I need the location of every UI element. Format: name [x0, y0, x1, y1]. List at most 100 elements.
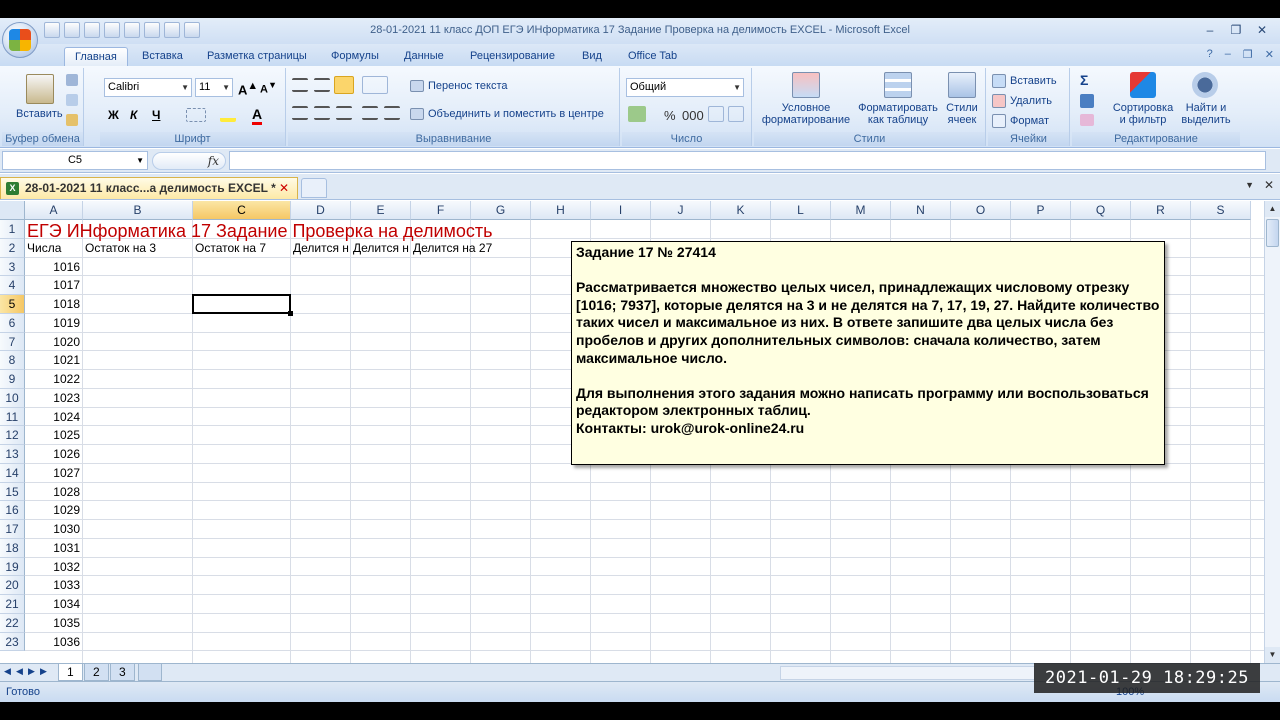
format-painter-icon[interactable] [66, 114, 78, 126]
column-header[interactable]: L [771, 201, 831, 220]
row-header[interactable]: 4 [0, 276, 25, 295]
chevron-down-icon[interactable]: ▼ [1245, 180, 1254, 190]
number-cell[interactable]: 1030 [25, 522, 83, 536]
close-icon[interactable]: ✕ [1264, 178, 1274, 192]
row-header[interactable]: 6 [0, 313, 25, 333]
number-cell[interactable]: 1017 [25, 278, 83, 292]
column-header[interactable]: H [531, 201, 591, 220]
tab-data[interactable]: Данные [404, 47, 444, 66]
clear-icon[interactable] [1080, 114, 1094, 126]
scroll-down-icon[interactable]: ▼ [1265, 647, 1280, 663]
column-header[interactable]: R [1131, 201, 1191, 220]
row-header[interactable]: 22 [0, 613, 25, 633]
paste-button[interactable]: Вставить [16, 108, 63, 120]
select-all-corner[interactable] [0, 201, 25, 220]
row-header[interactable]: 20 [0, 576, 25, 595]
column-header[interactable]: A [25, 201, 83, 220]
number-cell[interactable]: 1031 [25, 541, 83, 555]
column-header[interactable]: M [831, 201, 891, 220]
autosum-icon[interactable]: Σ [1080, 72, 1088, 88]
row-header[interactable]: 16 [0, 501, 25, 520]
column-label-cell[interactable]: Делится на 27 [413, 241, 533, 255]
restore-icon[interactable]: ❐ [1224, 21, 1248, 39]
increase-decimal-icon[interactable] [708, 106, 724, 122]
column-header[interactable]: I [591, 201, 651, 220]
number-cell[interactable]: 1036 [25, 635, 83, 649]
number-cell[interactable]: 1033 [25, 578, 83, 592]
tab-formulas[interactable]: Формулы [331, 47, 379, 66]
bold-button[interactable]: Ж [108, 108, 119, 122]
underline-button[interactable]: Ч [152, 108, 160, 122]
row-header[interactable]: 21 [0, 595, 25, 614]
column-header[interactable]: D [291, 201, 351, 220]
function-wizard[interactable]: fx [152, 152, 226, 170]
row-header[interactable]: 2 [0, 238, 25, 258]
number-cell[interactable]: 1029 [25, 503, 83, 517]
align-right-icon[interactable] [336, 106, 352, 120]
wrap-text-button[interactable]: Перенос текста [428, 80, 508, 92]
font-color-icon[interactable]: A [252, 106, 263, 125]
format-cells-button[interactable]: Формат [1010, 115, 1049, 127]
close-icon[interactable]: ✕ [279, 178, 289, 199]
minimize-icon[interactable]: – [1198, 21, 1222, 39]
number-cell[interactable]: 1024 [25, 410, 83, 424]
column-label-cell[interactable]: Остаток на 7 [195, 241, 291, 255]
align-left-icon[interactable] [292, 106, 308, 120]
increase-indent-icon[interactable] [384, 106, 400, 120]
number-cell[interactable]: 1032 [25, 560, 83, 574]
number-cell[interactable]: 1020 [25, 335, 83, 349]
delete-cells-button[interactable]: Удалить [1010, 95, 1052, 107]
row-header[interactable]: 13 [0, 445, 25, 464]
column-header[interactable]: S [1191, 201, 1251, 220]
column-header[interactable]: K [711, 201, 771, 220]
row-header[interactable]: 5 [0, 295, 25, 314]
vertical-scrollbar[interactable]: ▲ ▼ [1264, 201, 1280, 663]
document-tab[interactable]: X 28-01-2021 11 класс...а делимость EXCE… [0, 177, 298, 199]
borders-icon[interactable] [186, 108, 206, 122]
name-box[interactable]: C5 ▼ [2, 151, 148, 170]
fill-color-icon[interactable] [220, 106, 236, 122]
column-header[interactable]: G [471, 201, 531, 220]
tab-insert[interactable]: Вставка [142, 47, 183, 66]
number-cell[interactable]: 1028 [25, 485, 83, 499]
column-label-cell[interactable]: Остаток на 3 [85, 241, 193, 255]
align-top-icon[interactable] [292, 78, 308, 92]
number-cell[interactable]: 1035 [25, 616, 83, 630]
scroll-up-icon[interactable]: ▲ [1265, 201, 1280, 217]
sheet-tab-2[interactable]: 2 [84, 664, 109, 681]
currency-icon[interactable] [628, 106, 646, 122]
horizontal-scrollbar[interactable] [780, 666, 1035, 680]
number-cell[interactable]: 1023 [25, 391, 83, 405]
row-header[interactable]: 3 [0, 257, 25, 277]
align-bottom-icon[interactable] [334, 76, 354, 94]
scroll-thumb[interactable] [1266, 219, 1279, 247]
column-label-cell[interactable]: Делится н [353, 241, 411, 255]
close-icon[interactable]: ✕ [1250, 21, 1274, 39]
first-sheet-icon[interactable]: ◀ [4, 666, 11, 677]
tab-page-layout[interactable]: Разметка страницы [207, 47, 307, 66]
column-header[interactable]: B [83, 201, 193, 220]
sort-filter-button[interactable]: Сортировка и фильтр [1112, 102, 1174, 126]
row-header[interactable]: 10 [0, 388, 25, 408]
row-header[interactable]: 12 [0, 426, 25, 445]
new-tab-button[interactable] [301, 178, 327, 198]
row-header[interactable]: 14 [0, 463, 25, 483]
grow-font-icon[interactable]: A▲ [238, 80, 258, 97]
help-icon[interactable]: ? [1207, 48, 1213, 61]
tab-office-tab[interactable]: Office Tab [628, 47, 677, 66]
number-cell[interactable]: 1025 [25, 428, 83, 442]
number-cell[interactable]: 1034 [25, 597, 83, 611]
find-select-button[interactable]: Найти и выделить [1176, 102, 1236, 126]
last-sheet-icon[interactable]: ▶ [40, 666, 47, 677]
close-icon[interactable]: ✕ [1265, 48, 1274, 61]
align-center-icon[interactable] [314, 106, 330, 120]
decrease-decimal-icon[interactable] [728, 106, 744, 122]
number-cell[interactable]: 1022 [25, 372, 83, 386]
column-label-cell[interactable]: Числа [27, 241, 83, 255]
shrink-font-icon[interactable]: A▼ [260, 80, 277, 96]
font-name-select[interactable]: Calibri ▼ [104, 78, 192, 97]
format-as-table-button[interactable]: Форматировать как таблицу [856, 102, 940, 126]
tab-view[interactable]: Вид [582, 47, 602, 66]
number-cell[interactable]: 1019 [25, 316, 83, 330]
number-cell[interactable]: 1026 [25, 447, 83, 461]
